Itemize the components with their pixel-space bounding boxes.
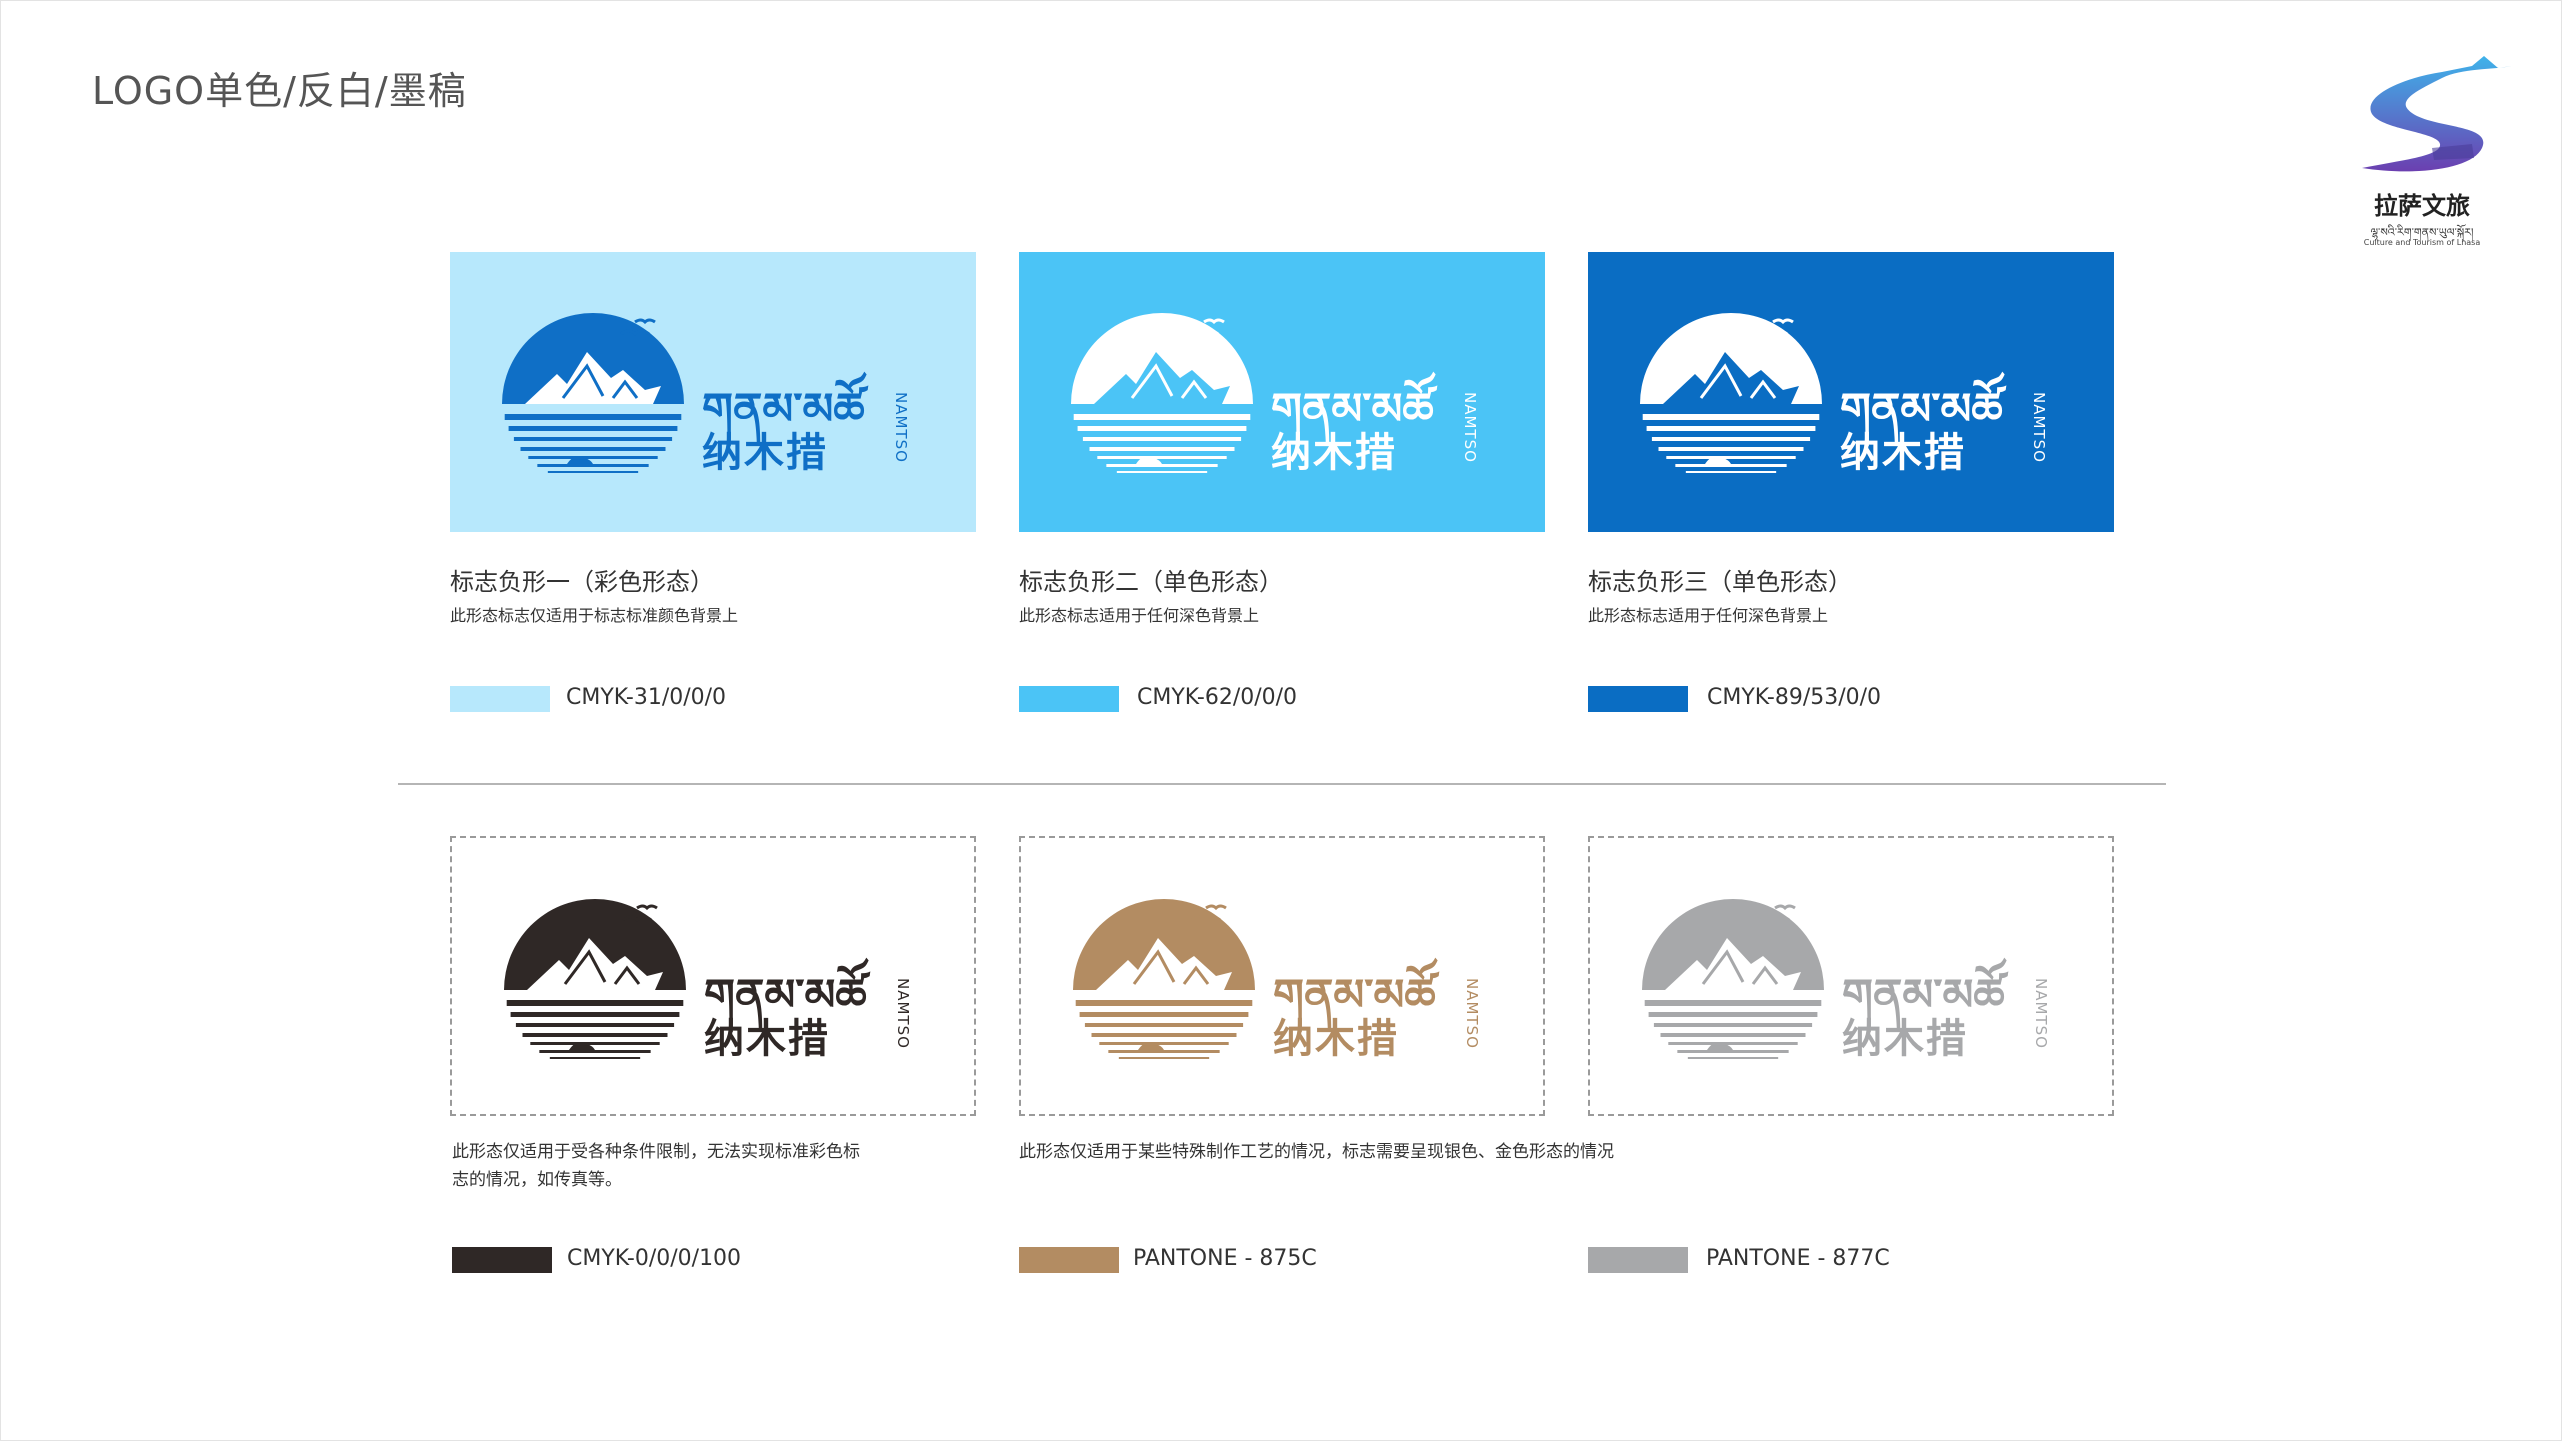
logo-text-chinese: 纳木措 — [1271, 430, 1397, 476]
logo-text-english: NAMTSO — [2032, 978, 2050, 1049]
note-ink: 此形态仅适用于受各种条件限制，无法实现标准彩色标 志的情况，如传真等。 — [452, 1138, 922, 1194]
logo-text-chinese: 纳木措 — [1273, 1016, 1399, 1062]
logo-text-chinese: 纳木措 — [1840, 430, 1966, 476]
brand-logo: 拉萨文旅 ལྷ་སའི་རིག་གནས་ཡུལ་སྐོར། Culture an… — [2322, 48, 2522, 258]
logo-text-english: NAMTSO — [1461, 392, 1479, 463]
swatch-label-pantone-875c: PANTONE - 875C — [1133, 1246, 1317, 1271]
slide-frame — [0, 0, 2562, 1441]
logo-text-chinese: 纳木措 — [1842, 1016, 1968, 1062]
card-title-3: 标志负形三（单色形态） — [1588, 568, 1852, 596]
card-title-1: 标志负形一（彩色形态） — [450, 568, 714, 596]
color-swatch — [452, 1247, 552, 1273]
card-desc-1: 此形态标志仅适用于标志标准颜色背景上 — [450, 606, 739, 625]
note-ink-line-1: 此形态仅适用于受各种条件限制，无法实现标准彩色标 — [452, 1142, 860, 1162]
card-desc-2: 此形态标志适用于任何深色背景上 — [1019, 606, 1260, 625]
logo-card-negative-3: གནམ་མཚོ 纳木措 NAMTSO — [1588, 252, 2114, 532]
swatch-label-cmyk-31: CMYK-31/0/0/0 — [566, 685, 727, 710]
swatch-label-cmyk-89: CMYK-89/53/0/0 — [1707, 685, 1882, 710]
color-swatch — [1588, 686, 1688, 712]
logo-text-chinese: 纳木措 — [702, 430, 828, 476]
logo-card-negative-2: གནམ་མཚོ 纳木措 NAMTSO — [1019, 252, 1545, 532]
logo-text-chinese: 纳木措 — [704, 1016, 830, 1062]
logo-card-silver: གནམ་མཚོ 纳木措 NAMTSO — [1588, 836, 2114, 1116]
logo-text-english: NAMTSO — [1463, 978, 1481, 1049]
brand-name-cn: 拉萨文旅 — [2374, 191, 2470, 220]
brand-name-en: Culture and Tourism of Lhasa — [2363, 238, 2481, 247]
logo-text-english: NAMTSO — [2030, 392, 2048, 463]
page-title: LOGO单色/反白/墨稿 — [92, 69, 467, 113]
logo-card-ink: གནམ་མཚོ 纳木措 NAMTSO — [450, 836, 976, 1116]
note-ink-line-2: 志的情况，如传真等。 — [452, 1170, 622, 1190]
color-swatch — [1588, 1247, 1688, 1273]
logo-text-english: NAMTSO — [894, 978, 912, 1049]
brand-ribbon-icon — [2362, 56, 2512, 172]
card-desc-3: 此形态标志适用于任何深色背景上 — [1588, 606, 1829, 625]
color-swatch — [1019, 686, 1119, 712]
section-divider — [398, 783, 2166, 785]
logo-card-gold: གནམ་མཚོ 纳木措 NAMTSO — [1019, 836, 1545, 1116]
color-swatch — [450, 686, 550, 712]
logo-card-negative-1: གནམ་མཚོ 纳木措 NAMTSO — [450, 252, 976, 532]
note-metal: 此形态仅适用于某些特殊制作工艺的情况，标志需要呈现银色、金色形态的情况 — [1019, 1142, 1614, 1162]
swatch-label-cmyk-62: CMYK-62/0/0/0 — [1137, 685, 1298, 710]
swatch-label-pantone-877c: PANTONE - 877C — [1706, 1246, 1890, 1271]
logo-text-english: NAMTSO — [892, 392, 910, 463]
swatch-label-cmyk-black: CMYK-0/0/0/100 — [567, 1246, 742, 1271]
card-title-2: 标志负形二（单色形态） — [1019, 568, 1283, 596]
color-swatch — [1019, 1247, 1119, 1273]
